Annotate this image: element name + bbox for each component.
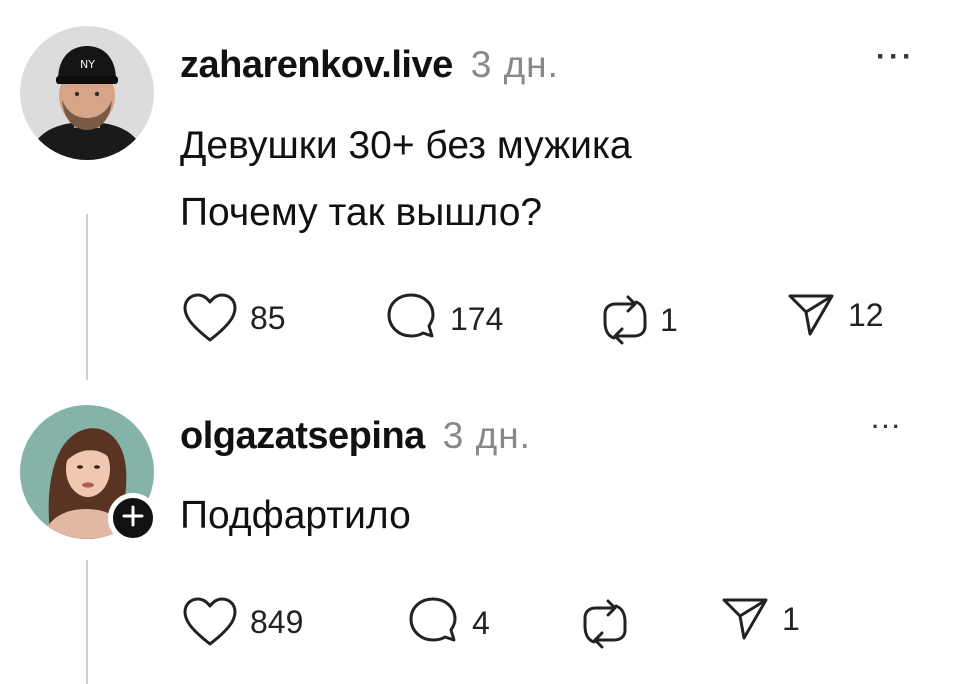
more-options-icon[interactable]: ··· <box>872 414 903 440</box>
repost-icon <box>582 596 628 652</box>
like-button[interactable]: 85 <box>182 292 286 344</box>
share-count: 1 <box>782 600 800 637</box>
post-text-line: Подфартило <box>180 494 411 537</box>
comment-button[interactable]: 4 <box>406 596 490 650</box>
plus-icon <box>121 504 145 533</box>
share-count: 12 <box>848 296 884 333</box>
comment-count: 4 <box>472 604 490 641</box>
send-icon <box>720 596 770 642</box>
comment-count: 174 <box>450 300 504 337</box>
like-count: 85 <box>250 299 286 336</box>
username[interactable]: zaharenkov.live <box>180 44 453 87</box>
comment-icon <box>384 292 438 346</box>
more-options-icon[interactable]: ··· <box>876 40 915 74</box>
username[interactable]: olgazatsepina <box>180 415 425 458</box>
like-count: 849 <box>250 603 304 640</box>
heart-icon <box>182 596 238 648</box>
like-button[interactable]: 849 <box>182 596 303 648</box>
follow-button[interactable] <box>108 493 158 543</box>
repost-button[interactable] <box>582 596 628 652</box>
post-text-line: Девушки 30+ без мужика <box>180 124 632 167</box>
share-button[interactable]: 1 <box>720 596 800 642</box>
svg-text:NY: NY <box>80 58 95 71</box>
send-icon <box>786 292 836 338</box>
post-header: zaharenkov.live 3 дн. <box>180 44 559 87</box>
comment-button[interactable]: 174 <box>384 292 503 346</box>
repost-count: 1 <box>660 301 678 338</box>
heart-icon <box>182 292 238 344</box>
share-button[interactable]: 12 <box>786 292 884 338</box>
thread-line <box>86 560 88 684</box>
thread-line <box>86 214 88 380</box>
post-header: olgazatsepina 3 дн. <box>180 415 531 458</box>
post-text-line: Почему так вышло? <box>180 191 543 234</box>
avatar[interactable]: NY <box>20 26 154 160</box>
post-time: 3 дн. <box>442 415 531 456</box>
threads-feed: NY zaharenkov.live 3 дн. ··· Девушки 30+… <box>0 0 960 684</box>
post-time: 3 дн. <box>470 44 559 85</box>
repost-icon <box>602 292 648 348</box>
comment-icon <box>406 596 460 650</box>
repost-button[interactable]: 1 <box>602 292 678 348</box>
